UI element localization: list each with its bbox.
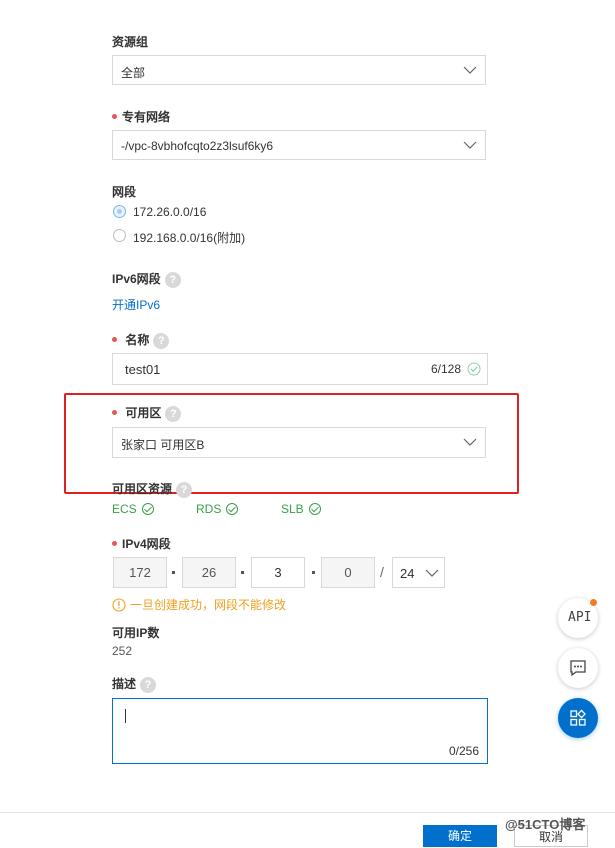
watermark: @51CTO博客 [505, 817, 586, 832]
vpc-select[interactable]: -/vpc-8vbhofcqto2z3lsuf6ky6 [112, 130, 486, 160]
mask-value: 24 [400, 566, 415, 581]
zone-resources-label: 可用区资源? [112, 480, 193, 498]
mask-slash: / [380, 564, 384, 580]
footer-divider [0, 812, 615, 813]
help-icon[interactable]: ? [176, 481, 193, 498]
mask-select[interactable]: 24 [392, 557, 445, 588]
available-ip-value: 252 [112, 644, 133, 658]
zone-label: 可用区? [112, 404, 182, 422]
description-label-text: 描述 [112, 677, 137, 691]
ipv6-label-text: IPv6网段 [112, 272, 161, 286]
chevron-down-icon [463, 66, 477, 74]
ipv4-octet-3-input[interactable]: 3 [251, 557, 305, 588]
name-counter: 6/128 [430, 362, 461, 376]
ipv4-label: IPv4网段 [112, 535, 171, 552]
help-icon[interactable]: ? [165, 405, 182, 422]
description-textarea[interactable]: 0/256 [112, 698, 488, 764]
ipv4-octet-2: 26 [182, 557, 236, 588]
name-label: 名称? [112, 331, 170, 349]
zone-resource-ecs-text: ECS [112, 502, 137, 516]
text-cursor [125, 709, 126, 723]
feedback-button[interactable] [558, 648, 598, 688]
segment-radio-172[interactable] [113, 205, 126, 218]
zone-resource-rds: RDS [196, 502, 239, 516]
resource-group-value: 全部 [121, 66, 146, 80]
zone-label-text: 可用区 [125, 406, 162, 420]
help-icon[interactable]: ? [140, 676, 157, 693]
zone-select[interactable]: 张家口 可用区B [112, 427, 486, 458]
zone-resources-label-text: 可用区资源 [112, 482, 173, 496]
help-icon[interactable]: ? [164, 271, 181, 288]
zone-resource-slb-text: SLB [281, 502, 304, 516]
warning-circle-icon [112, 598, 126, 612]
zone-resource-slb: SLB [281, 502, 321, 516]
description-label: 描述? [112, 675, 157, 693]
segment-radio-192[interactable] [113, 229, 126, 242]
name-label-text: 名称 [125, 333, 150, 347]
enable-ipv6-link[interactable]: 开通IPv6 [112, 296, 160, 313]
resource-group-label: 资源组 [112, 35, 149, 49]
vpc-label: 专有网络 [112, 108, 170, 125]
check-circle-icon [467, 362, 481, 376]
chevron-down-icon [425, 569, 439, 577]
chevron-down-icon [463, 141, 477, 149]
ipv4-octet-4: 0 [321, 557, 375, 588]
zone-resource-rds-text: RDS [196, 502, 222, 516]
zone-resource-ecs: ECS [112, 502, 154, 516]
octet-separator [241, 571, 244, 574]
vpc-value: -/vpc-8vbhofcqto2z3lsuf6ky6 [121, 139, 274, 153]
apps-button[interactable] [558, 698, 598, 738]
api-button[interactable]: API [558, 598, 598, 638]
check-circle-icon [141, 502, 154, 515]
available-ip-label: 可用IP数 [112, 626, 160, 640]
api-label: API [568, 610, 592, 625]
chevron-down-icon [463, 438, 477, 446]
segment-option-172-label: 172.26.0.0/16 [133, 205, 207, 219]
vpc-label-text: 专有网络 [122, 110, 171, 124]
octet-separator [172, 571, 175, 574]
ipv4-label-text: IPv4网段 [122, 537, 171, 551]
ipv6-label: IPv6网段? [112, 270, 181, 288]
ipv4-octet-1: 172 [113, 557, 167, 588]
check-circle-icon [308, 502, 321, 515]
segment-option-192-label: 192.168.0.0/16(附加) [133, 231, 246, 245]
ipv4-warning: 一旦创建成功，网段不能修改 [112, 596, 286, 613]
description-counter: 0/256 [448, 744, 479, 758]
segment-label: 网段 [112, 185, 137, 199]
check-circle-icon [226, 502, 239, 515]
ipv4-warning-text: 一旦创建成功，网段不能修改 [130, 598, 287, 612]
apps-grid-icon [570, 709, 586, 726]
notification-dot [590, 599, 597, 606]
help-icon[interactable]: ? [153, 332, 170, 349]
chat-icon [570, 660, 586, 677]
confirm-button[interactable]: 确定 [423, 825, 497, 847]
zone-value: 张家口 可用区B [121, 438, 205, 452]
name-input-value: test01 [125, 362, 161, 377]
octet-separator [312, 571, 315, 574]
resource-group-select[interactable]: 全部 [112, 55, 486, 85]
name-input[interactable]: test01 6/128 [112, 353, 488, 385]
